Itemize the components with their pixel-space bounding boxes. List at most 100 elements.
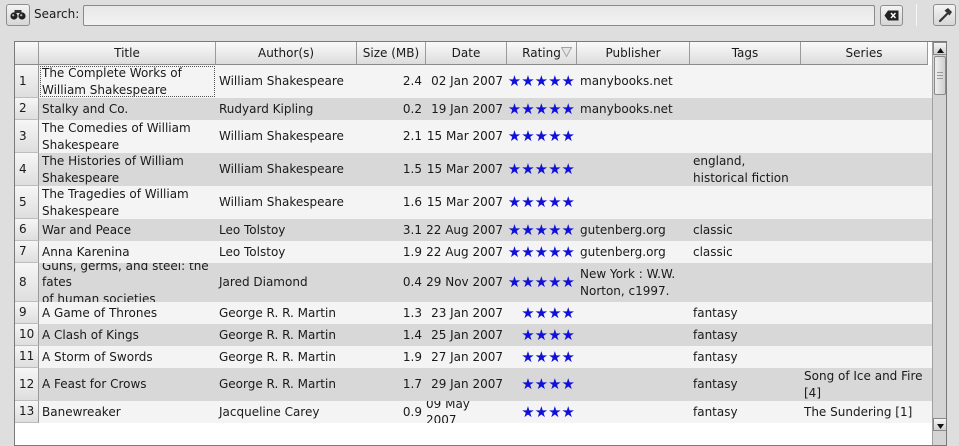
cell-series: The Sundering [1] bbox=[804, 404, 913, 419]
cell-tags bbox=[690, 98, 801, 120]
cell-tags: classic bbox=[693, 244, 733, 259]
cell-row-number[interactable]: 10 bbox=[15, 324, 39, 346]
table-row[interactable]: 4 The Histories of William Shakespeare Wil… bbox=[15, 153, 932, 186]
cell-size: 0.9 bbox=[402, 404, 422, 419]
cell-tags bbox=[690, 65, 801, 98]
column-header-author[interactable]: Author(s) bbox=[216, 42, 357, 65]
cell-size: 1.9 bbox=[402, 349, 422, 364]
cell-tags: classic bbox=[693, 222, 733, 237]
cell-size: 0.2 bbox=[402, 101, 422, 116]
cell-series bbox=[801, 186, 928, 219]
cell-publisher bbox=[577, 186, 690, 219]
scroll-down-button[interactable] bbox=[933, 418, 946, 431]
table-row[interactable]: 8 Guns, germs, and steel: the fates of hu… bbox=[15, 263, 932, 302]
cell-tags: fantasy bbox=[693, 327, 738, 342]
cell-row-number[interactable]: 13 bbox=[15, 401, 39, 423]
table-row[interactable]: 9A Game of Thrones George R. R. Martin 1.3… bbox=[15, 302, 932, 324]
search-button[interactable] bbox=[6, 4, 30, 26]
cell-date: 29 Jan 2007 bbox=[431, 377, 503, 392]
cell-title: The Complete Works of William Shakespear… bbox=[39, 65, 216, 98]
cell-tags bbox=[690, 186, 801, 219]
cell-author: William Shakespeare bbox=[219, 195, 344, 210]
cell-rating: ★★★★★ bbox=[507, 273, 575, 292]
cell-series bbox=[801, 346, 928, 368]
cell-rating: ★★★★★ bbox=[507, 72, 575, 91]
cell-publisher: gutenberg.org bbox=[580, 222, 666, 237]
column-header-label: Date bbox=[451, 46, 481, 60]
table-row[interactable]: 5 The Tragedies of William Shakespeare Wil… bbox=[15, 186, 932, 219]
table-row[interactable]: 3 The Comedies of William Shakespeare Will… bbox=[15, 120, 932, 153]
advanced-search-button[interactable] bbox=[933, 4, 956, 26]
search-label: Search: bbox=[34, 7, 80, 21]
cell-row-number[interactable]: 6 bbox=[15, 219, 39, 241]
cell-date: 09 May 2007 bbox=[426, 401, 474, 423]
cell-publisher: manybooks.net bbox=[580, 74, 673, 89]
vertical-scrollbar[interactable] bbox=[932, 42, 946, 445]
cell-row-number[interactable]: 4 bbox=[15, 153, 39, 186]
header-corner[interactable] bbox=[15, 42, 39, 65]
column-header-title[interactable]: Title bbox=[39, 42, 216, 65]
cell-date: 22 Aug 2007 bbox=[426, 222, 503, 237]
column-header-publisher[interactable]: Publisher bbox=[577, 42, 690, 65]
cell-size: 0.4 bbox=[402, 275, 422, 290]
cell-size: 3.1 bbox=[402, 222, 422, 237]
cell-row-number[interactable]: 8 bbox=[15, 263, 39, 302]
cell-series bbox=[801, 219, 928, 241]
cell-row-number[interactable]: 7 bbox=[15, 241, 39, 263]
cell-title: Banewreaker bbox=[42, 404, 121, 419]
cell-series bbox=[801, 153, 928, 186]
cell-publisher bbox=[577, 346, 690, 368]
cell-title: Stalky and Co. bbox=[42, 101, 129, 116]
table-row[interactable]: 7 Anna Karenina Leo Tolstoy 1.9 22 Aug 2007 ★… bbox=[15, 241, 932, 263]
column-header-label: Size (MB) bbox=[362, 46, 420, 60]
cell-rating: ★★★★★ bbox=[507, 160, 575, 179]
cell-publisher bbox=[577, 302, 690, 324]
cell-title: War and Peace bbox=[42, 222, 132, 237]
cell-series bbox=[801, 263, 928, 302]
cell-title: Anna Karenina bbox=[42, 244, 130, 259]
table-row[interactable]: 6 War and Peace Leo Tolstoy 3.1 22 Aug 2007 ★… bbox=[15, 219, 932, 241]
cell-tags: fantasy bbox=[693, 349, 738, 364]
cell-series bbox=[801, 65, 928, 98]
column-header-size[interactable]: Size (MB) bbox=[357, 42, 426, 65]
table-row[interactable]: 13 Banewreaker Jacqueline Carey 0.9 09 May 2… bbox=[15, 401, 932, 423]
cell-row-number[interactable]: 3 bbox=[15, 120, 39, 153]
cell-row-number[interactable]: 11 bbox=[15, 346, 39, 368]
column-header-series[interactable]: Series bbox=[801, 42, 928, 65]
cell-author: Leo Tolstoy bbox=[219, 222, 286, 237]
cell-row-number[interactable]: 5 bbox=[15, 186, 39, 219]
table-row[interactable]: 10 A Clash of Kings George R. R. Martin 1.4… bbox=[15, 324, 932, 346]
table-row[interactable]: 12 A Feast for Crows George R. R. Martin 1.… bbox=[15, 368, 932, 401]
cell-series: Song of Ice and Fire [4] bbox=[804, 369, 927, 400]
search-input[interactable] bbox=[83, 5, 875, 26]
cell-row-number[interactable]: 9 bbox=[15, 302, 39, 324]
table-row[interactable]: 2 Stalky and Co. Rudyard Kipling 0.2 19 Jan … bbox=[15, 98, 932, 120]
column-header-date[interactable]: Date bbox=[426, 42, 507, 65]
column-header-tags[interactable]: Tags bbox=[690, 42, 801, 65]
cell-row-number[interactable]: 2 bbox=[15, 98, 39, 120]
cell-tags: england, historical fiction bbox=[693, 154, 789, 185]
cell-row-number[interactable]: 12 bbox=[15, 368, 39, 401]
cell-size: 1.6 bbox=[402, 195, 422, 210]
clear-search-button[interactable] bbox=[880, 5, 903, 26]
cell-size: 1.5 bbox=[402, 162, 422, 177]
cell-title: The Histories of William Shakespeare bbox=[42, 154, 188, 185]
table-row[interactable]: 1 The Complete Works of William Shakespea… bbox=[15, 65, 932, 98]
column-header-label: Publisher bbox=[605, 46, 661, 60]
cell-date: 25 Jan 2007 bbox=[431, 327, 503, 342]
binoculars-icon bbox=[10, 9, 26, 21]
cell-rating: ★★★★ bbox=[521, 402, 575, 421]
cell-size: 1.4 bbox=[402, 327, 422, 342]
table-row[interactable]: 11 A Storm of Swords George R. R. Martin 1.… bbox=[15, 346, 932, 368]
column-header-rating[interactable]: Rating bbox=[507, 42, 577, 65]
cell-row-number[interactable]: 1 bbox=[15, 65, 39, 98]
column-header-label: Rating bbox=[522, 46, 561, 60]
scroll-up-button[interactable] bbox=[933, 42, 946, 55]
column-header-label: Series bbox=[845, 46, 883, 60]
cell-author: William Shakespeare bbox=[219, 162, 344, 177]
cell-series bbox=[801, 98, 928, 120]
cell-author: Jacqueline Carey bbox=[219, 404, 320, 419]
scrollbar-thumb[interactable] bbox=[934, 56, 946, 95]
cell-author: George R. R. Martin bbox=[219, 327, 336, 342]
cell-tags: fantasy bbox=[693, 377, 738, 392]
